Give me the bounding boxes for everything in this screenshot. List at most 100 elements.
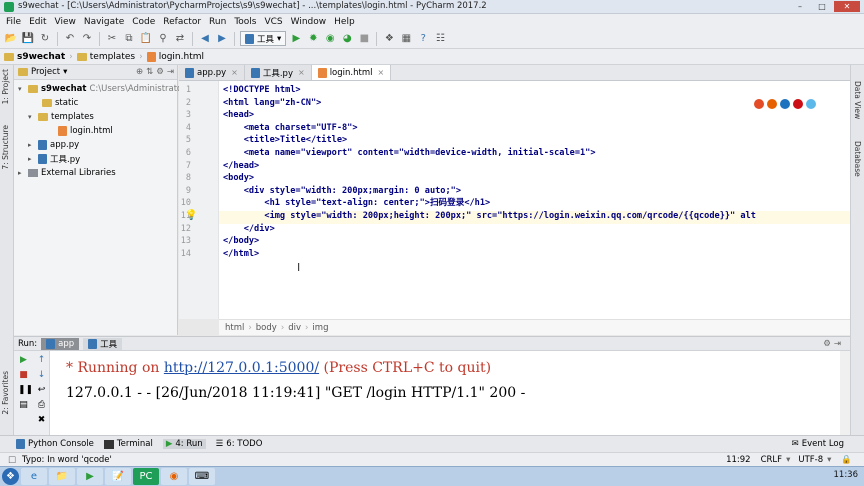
menu-vcs[interactable]: VCS [260,17,286,27]
nav-item-templates[interactable]: templates [76,52,135,62]
forward-icon[interactable]: ▶ [215,32,229,46]
menu-edit[interactable]: Edit [25,17,50,27]
data-view-tool-tab[interactable]: Data View [853,81,862,119]
structure-icon[interactable]: ▦ [399,32,413,46]
menu-tools[interactable]: Tools [230,17,260,27]
nav-item-file[interactable]: login.html [146,51,204,62]
ie-taskbar-icon[interactable]: e [21,468,47,485]
up-icon[interactable]: ↑ [36,355,47,366]
browser-taskbar-icon[interactable]: ◉ [161,468,187,485]
chrome-icon[interactable] [754,99,764,109]
menu-run[interactable]: Run [205,17,230,27]
chevron-down-icon[interactable]: ▾ [63,67,67,77]
print-icon[interactable]: ⎙ [36,400,47,411]
run-console[interactable]: * Running on http://127.0.0.1:5000/ (Pre… [50,351,840,435]
copy-icon[interactable]: ⧉ [122,32,136,46]
tab-tools-py[interactable]: 工具.py × [244,65,312,80]
start-button[interactable]: ❖ [2,468,19,485]
find-icon[interactable]: ⚲ [156,32,170,46]
back-icon[interactable]: ◀ [198,32,212,46]
panel-settings-icon[interactable]: ⚙⇥ [823,339,844,349]
menu-code[interactable]: Code [128,17,159,27]
database-tool-tab[interactable]: Database [853,141,862,177]
save-icon[interactable]: 💾 [21,32,35,46]
menu-help[interactable]: Help [330,17,359,27]
terminal-button[interactable]: Terminal [103,439,153,449]
close-run-icon[interactable]: ▤ [18,400,29,411]
explorer-taskbar-icon[interactable]: 📁 [49,468,75,485]
tab-app-py[interactable]: app.py × [179,65,245,80]
help-icon[interactable]: ? [416,32,430,46]
nav-item-project[interactable]: s9wechat [4,52,65,62]
menu-refactor[interactable]: Refactor [159,17,205,27]
redo-icon[interactable]: ↷ [80,32,94,46]
cut-icon[interactable]: ✂ [105,32,119,46]
code-editor[interactable]: <!DOCTYPE html> <html lang="zh-CN"> <hea… [219,81,850,319]
stop-icon[interactable]: ■ [357,32,371,46]
collapse-arrow-icon[interactable]: ▸ [28,155,35,163]
close-icon[interactable]: × [377,68,384,77]
lightbulb-icon[interactable]: 💡 [185,210,197,221]
pause-icon[interactable]: ❚❚ [18,385,33,396]
wrap-icon[interactable]: ↩ [36,385,47,396]
python-console-button[interactable]: Python Console [16,439,94,449]
todo-button[interactable]: ☰ 6: TODO [216,439,263,449]
delete-icon[interactable]: ✖ [36,415,47,426]
tree-node-login-html[interactable]: login.html [58,124,113,138]
console-scrollbar[interactable] [840,351,850,435]
run-config-select[interactable]: 工具 ▾ [240,31,287,46]
rerun-icon[interactable]: ▶ [18,355,29,366]
settings-icon[interactable]: ❖ [382,32,396,46]
tree-node-tools-py[interactable]: ▸ 工具.py [28,152,80,166]
firefox-icon[interactable] [767,99,777,109]
close-icon[interactable]: × [298,68,305,77]
pycharm-taskbar-icon[interactable]: PC [133,468,159,485]
collapse-arrow-icon[interactable]: ▸ [18,169,25,177]
close-button[interactable]: ✕ [834,1,860,12]
tree-node-templates[interactable]: ▾ templates [28,110,94,124]
server-url-link[interactable]: http://127.0.0.1:5000/ [164,360,319,376]
lock-icon[interactable]: 🔒 [841,455,852,465]
breadcrumb-html[interactable]: html [225,323,244,333]
run-tab-app[interactable]: app [41,337,80,350]
file-encoding[interactable]: UTF-8 [798,455,823,465]
project-view-select[interactable]: Project [31,67,60,77]
expand-arrow-icon[interactable]: ▾ [18,85,25,93]
terminal-taskbar-icon[interactable]: ⌨ [189,468,215,485]
menu-window[interactable]: Window [287,17,331,27]
project-structure-icon[interactable]: ☷ [433,32,447,46]
coverage-icon[interactable]: ◉ [323,32,337,46]
down-icon[interactable]: ↓ [36,370,47,381]
safari-icon[interactable] [780,99,790,109]
system-clock[interactable]: 11:36 [834,470,859,480]
undo-icon[interactable]: ↶ [63,32,77,46]
structure-tool-tab[interactable]: 7: Structure [1,125,10,170]
tree-node-static[interactable]: static [32,96,78,110]
replace-icon[interactable]: ⇄ [173,32,187,46]
run-tab-tools[interactable]: 工具 [83,337,123,350]
run-tool-button[interactable]: ▶ 4: Run [162,439,206,449]
event-log-button[interactable]: ✉ Event Log [792,439,844,449]
debug-icon[interactable]: ✹ [306,32,320,46]
sync-icon[interactable]: ↻ [38,32,52,46]
breadcrumb-body[interactable]: body [256,323,277,333]
favorites-tool-tab[interactable]: 2: Favorites [1,371,10,415]
profile-icon[interactable]: ◕ [340,32,354,46]
media-taskbar-icon[interactable]: ▶ [77,468,103,485]
panel-actions[interactable]: ⊕⇅⚙⇥ [136,67,177,77]
minimize-button[interactable]: – [790,1,810,12]
line-separator[interactable]: CRLF [761,455,782,465]
status-icon[interactable]: □ [8,455,16,465]
project-tool-tab[interactable]: 1: Project [1,69,10,104]
tree-node-app-py[interactable]: ▸ app.py [28,138,79,152]
maximize-button[interactable]: □ [812,1,832,12]
tree-node-external-libraries[interactable]: ▸ External Libraries [18,166,116,180]
paste-icon[interactable]: 📋 [139,32,153,46]
breadcrumb-img[interactable]: img [312,323,328,333]
menu-navigate[interactable]: Navigate [80,17,128,27]
tab-login-html[interactable]: login.html × [311,65,392,80]
breadcrumb-div[interactable]: div [288,323,301,333]
stop-icon[interactable]: ■ [18,370,29,381]
tree-node-root[interactable]: ▾ s9wechat C:\Users\Administrator [18,82,186,96]
ie-icon[interactable] [806,99,816,109]
